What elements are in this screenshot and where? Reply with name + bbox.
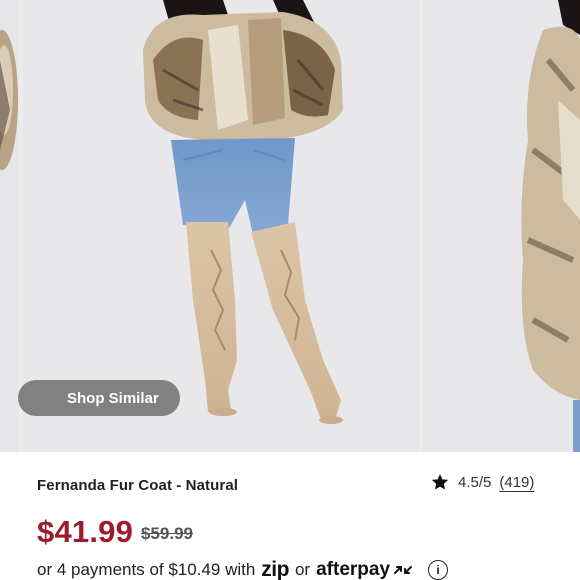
review-count-link[interactable]: (419) <box>499 474 534 491</box>
gallery-image-next[interactable] <box>423 0 580 452</box>
original-price: $59.99 <box>141 524 193 543</box>
product-info: Fernanda Fur Coat - Natural 4.5/5 (419) … <box>0 452 580 580</box>
afterpay-logo-icon[interactable]: afterpay <box>316 559 414 580</box>
product-rating[interactable]: 4.5/5 (419) <box>430 472 534 492</box>
installment-separator: or <box>294 560 311 579</box>
star-icon <box>431 474 449 490</box>
rating-value: 4.5/5 <box>458 473 492 491</box>
afterpay-logo-text: afterpay <box>316 559 391 580</box>
shop-similar-button[interactable]: Shop Similar <box>18 380 180 416</box>
sale-price: $41.99 <box>37 514 134 549</box>
zip-logo-icon[interactable]: zip <box>261 558 289 580</box>
product-title: Fernanda Fur Coat - Natural <box>37 477 239 494</box>
afterpay-arrows-icon <box>394 566 413 574</box>
installment-text: or 4 payments of $10.49 with <box>37 560 256 579</box>
installment-payments: or 4 payments of $10.49 with zip or afte… <box>37 558 449 580</box>
info-icon[interactable]: i <box>428 560 449 580</box>
image-gallery[interactable]: Shop Similar <box>0 0 580 452</box>
gallery-image-previous[interactable] <box>0 0 19 452</box>
